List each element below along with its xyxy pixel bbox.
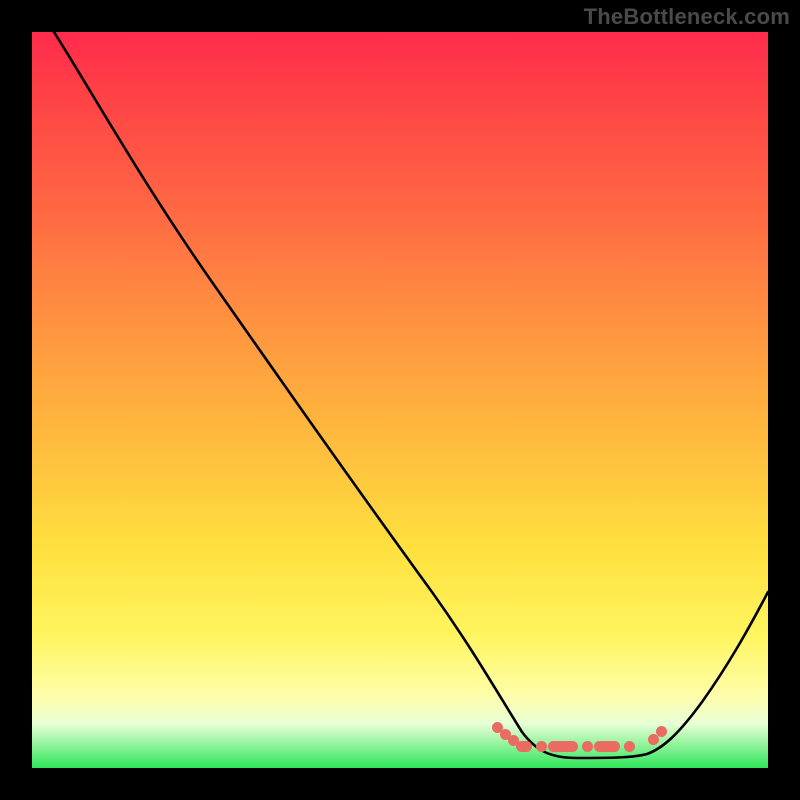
optimal-range-marker — [492, 740, 672, 754]
marker-dot — [624, 741, 635, 752]
marker-dot — [656, 726, 667, 737]
marker-blob — [548, 741, 578, 752]
marker-blob — [594, 741, 620, 752]
plot-area — [32, 32, 768, 768]
marker-dot — [536, 741, 547, 752]
marker-dot — [582, 741, 593, 752]
bottleneck-curve — [32, 32, 768, 768]
chart-frame: TheBottleneck.com — [0, 0, 800, 800]
watermark-text: TheBottleneck.com — [584, 4, 790, 30]
curve-path — [54, 32, 768, 758]
marker-blob — [516, 741, 532, 752]
